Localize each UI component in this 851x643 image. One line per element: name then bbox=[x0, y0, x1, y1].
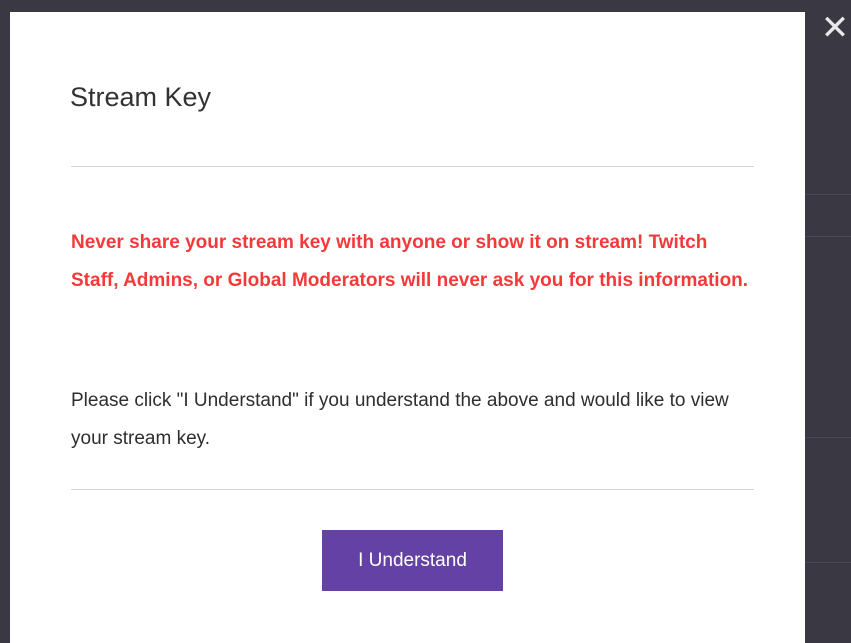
background-divider bbox=[805, 437, 851, 438]
background-divider bbox=[805, 194, 851, 195]
warning-message: Never share your stream key with anyone … bbox=[71, 232, 749, 291]
instructions-text: Please click "I Understand" if you under… bbox=[71, 390, 729, 449]
i-understand-button[interactable]: I Understand bbox=[322, 530, 503, 591]
modal-title: Stream Key bbox=[70, 82, 212, 112]
background-divider bbox=[805, 236, 851, 237]
background-divider bbox=[805, 562, 851, 563]
close-icon[interactable]: ✕ bbox=[819, 10, 851, 46]
stream-key-modal: Stream Key Never share your stream key w… bbox=[10, 12, 805, 643]
modal-divider-top bbox=[71, 166, 754, 167]
modal-divider-bottom bbox=[71, 489, 754, 490]
